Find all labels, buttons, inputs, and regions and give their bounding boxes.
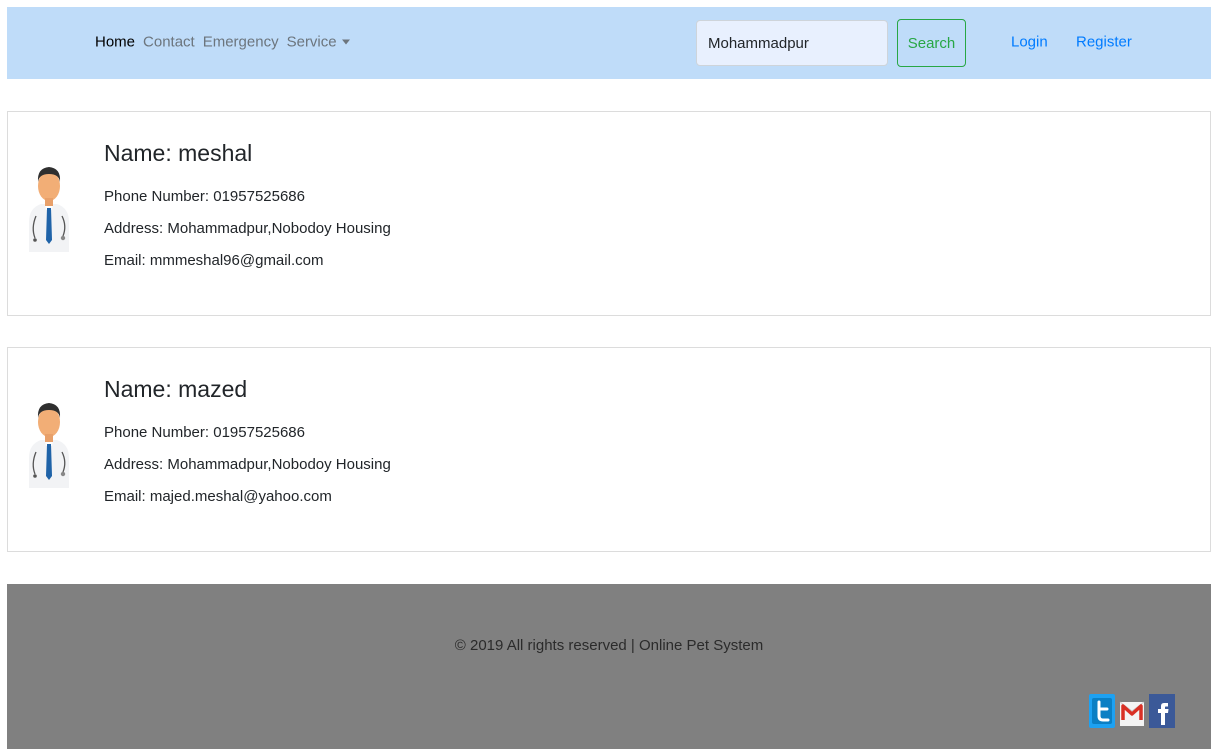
doctor-avatar-icon [29, 403, 69, 488]
caret-down-icon [341, 39, 350, 45]
gmail-icon[interactable] [1119, 694, 1145, 728]
doctor-email: Email: majed.meshal@yahoo.com [104, 488, 332, 505]
doctor-name: Name: mazed [104, 376, 248, 402]
nav-item-service-dropdown[interactable]: Service [287, 34, 350, 51]
footer: © 2019 All rights reserved | Online Pet … [7, 584, 1211, 749]
doctor-avatar-icon [29, 167, 69, 252]
search-input[interactable] [696, 20, 888, 66]
twitter-icon[interactable] [1089, 694, 1115, 728]
doctor-phone: Phone Number: 01957525686 [104, 424, 305, 441]
doctor-name: Name: meshal [104, 140, 253, 166]
doctor-address: Address: Mohammadpur,Nobodoy Housing [104, 456, 391, 473]
doctor-phone: Phone Number: 01957525686 [104, 188, 305, 205]
doctor-address: Address: Mohammadpur,Nobodoy Housing [104, 220, 391, 237]
nav-item-emergency[interactable]: Emergency [203, 34, 279, 51]
navbar: Home Contact Emergency Service Search Lo… [7, 7, 1211, 79]
facebook-icon[interactable] [1149, 694, 1175, 728]
doctor-card: Name: mazed Phone Number: 01957525686 Ad… [7, 347, 1211, 552]
copyright-text: © 2019 All rights reserved | Online Pet … [454, 637, 764, 654]
nav-item-home[interactable]: Home [95, 34, 135, 51]
login-link[interactable]: Login [1011, 34, 1048, 51]
doctor-email: Email: mmmeshal96@gmail.com [104, 252, 324, 269]
nav-item-service-label: Service [286, 33, 337, 51]
register-link[interactable]: Register [1076, 34, 1132, 51]
nav-item-contact[interactable]: Contact [143, 34, 195, 51]
search-button[interactable]: Search [897, 19, 966, 67]
doctor-card: Name: meshal Phone Number: 01957525686 A… [7, 111, 1211, 316]
nav-links: Home Contact Emergency Service [95, 34, 358, 51]
